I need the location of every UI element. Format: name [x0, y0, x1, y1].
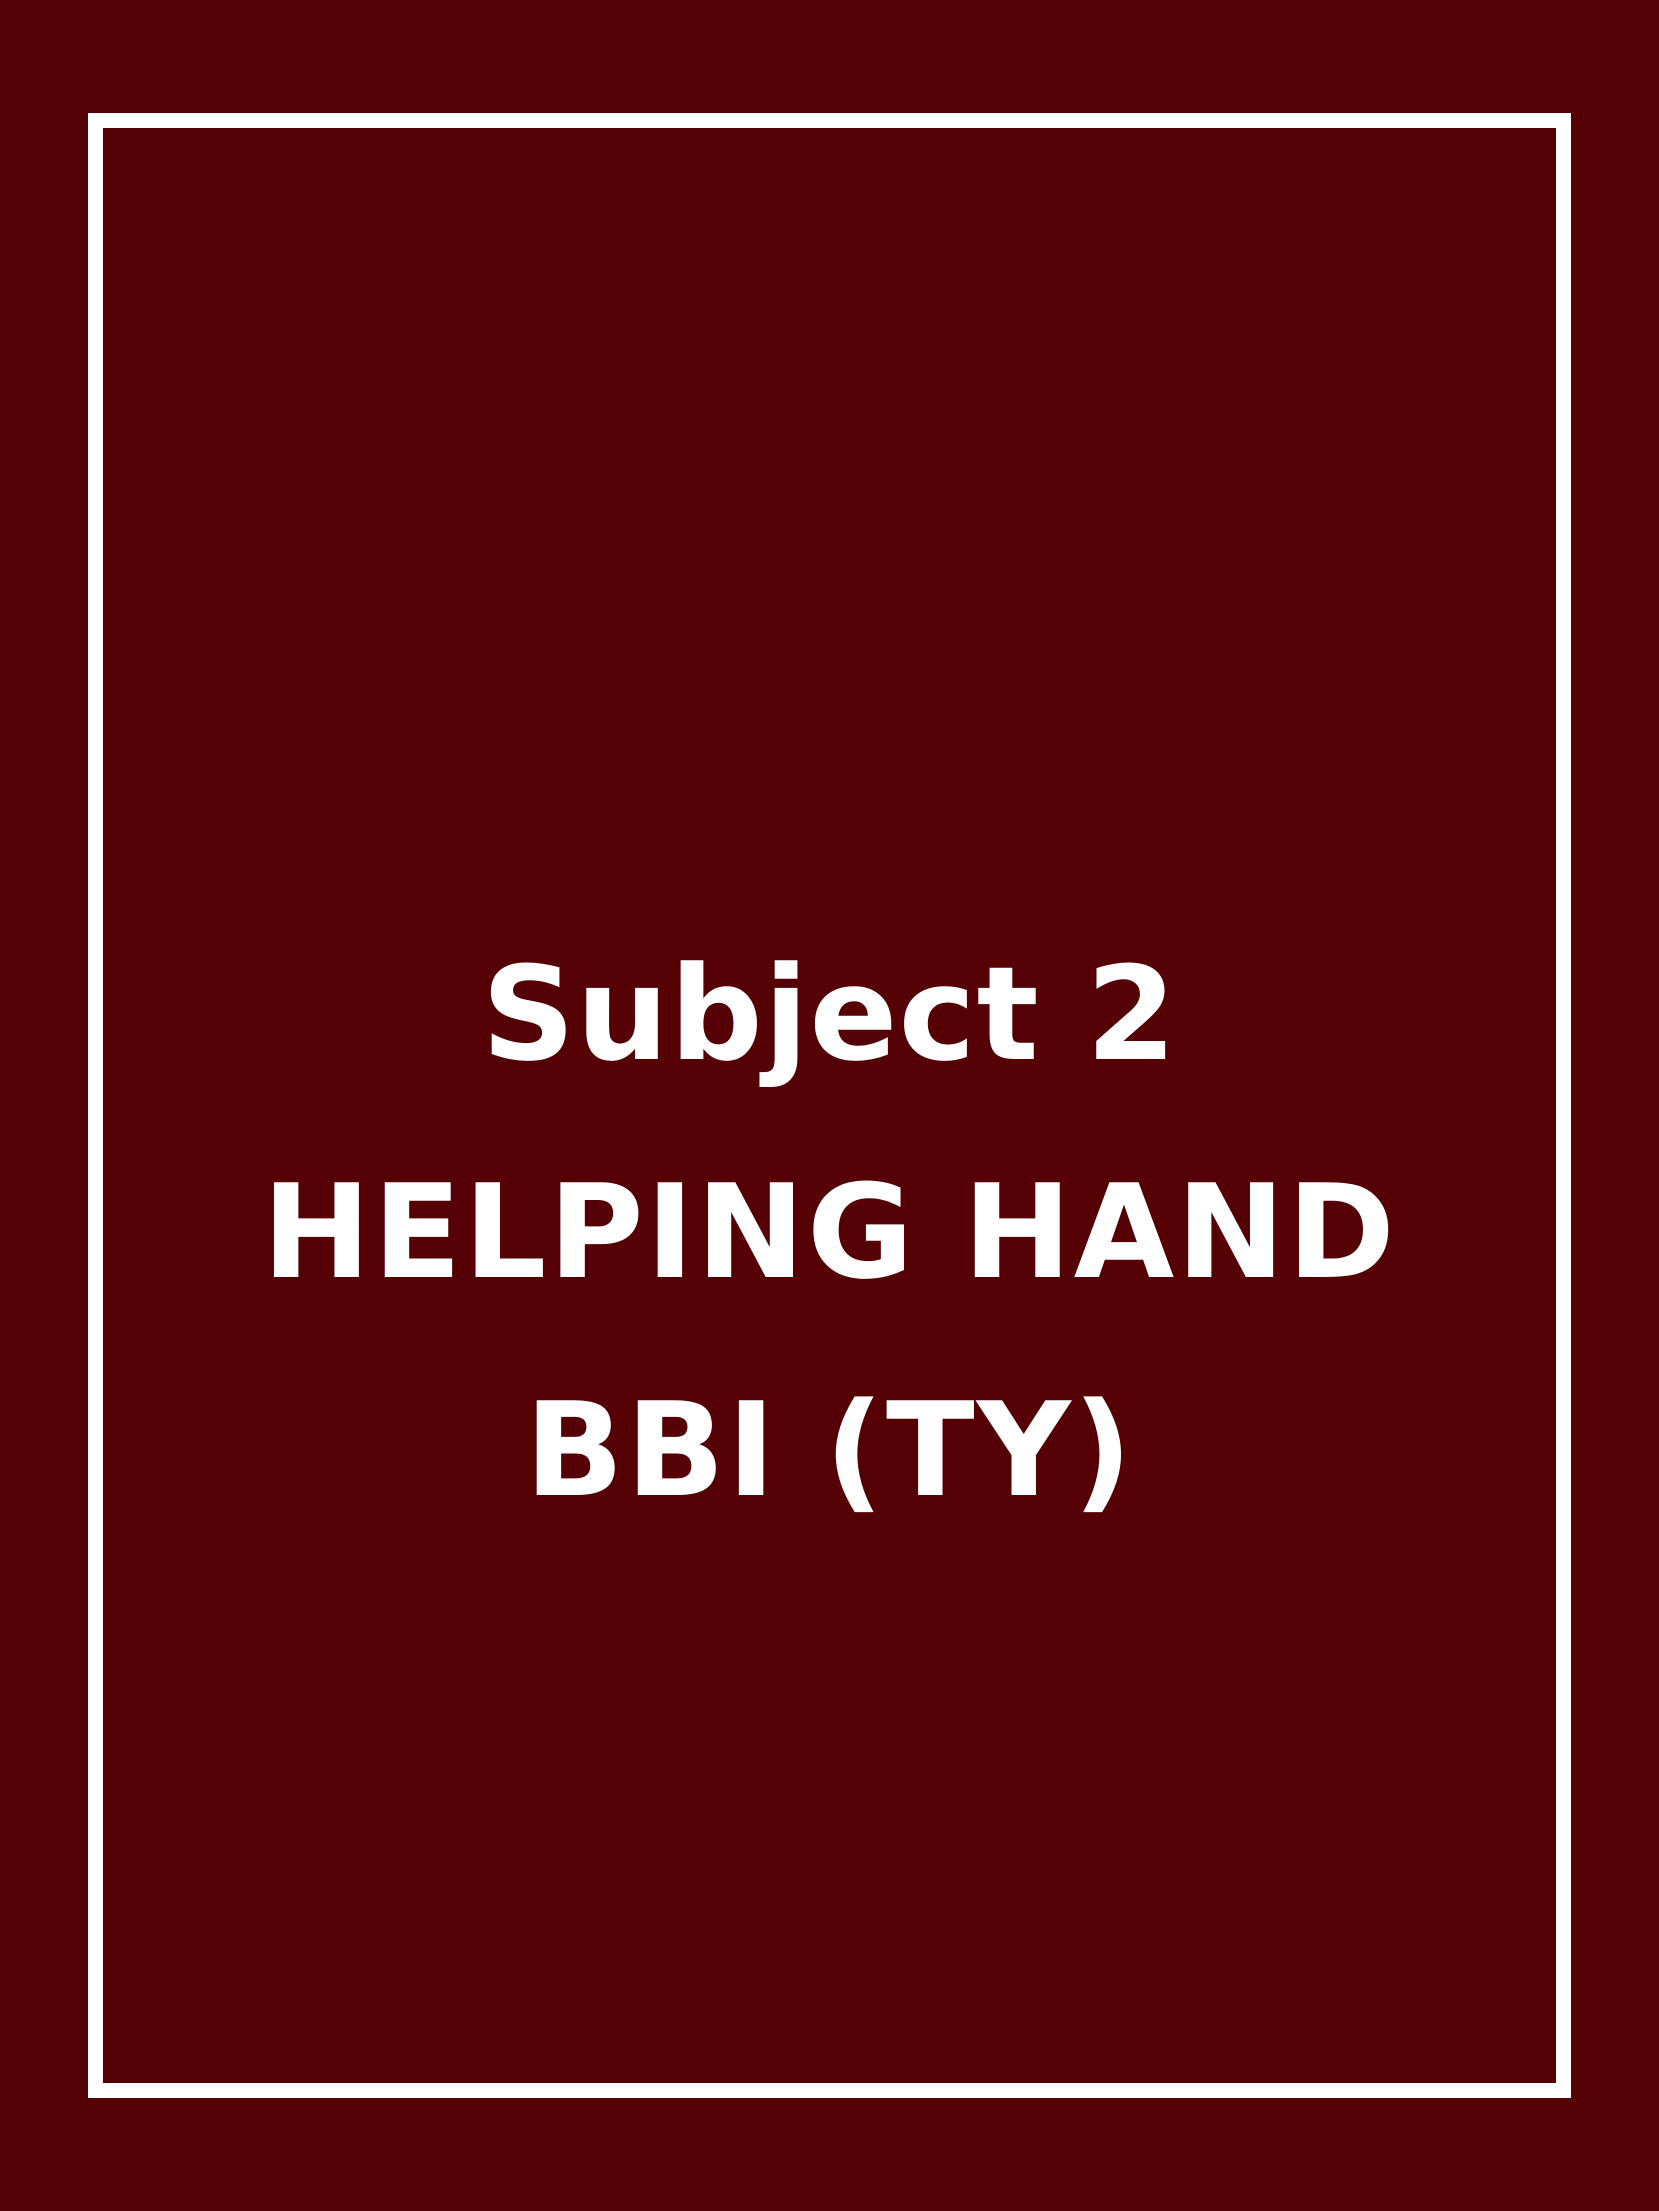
title-line-bbi-ty: BBI (TY) — [524, 1374, 1135, 1526]
title-line-subject: Subject 2 — [481, 938, 1178, 1090]
title-line-helping-hand: HELPING HAND — [262, 1156, 1397, 1308]
cover-title: Subject 2 HELPING HAND BBI (TY) — [88, 905, 1571, 1559]
cover-page: Subject 2 HELPING HAND BBI (TY) — [0, 0, 1659, 2211]
